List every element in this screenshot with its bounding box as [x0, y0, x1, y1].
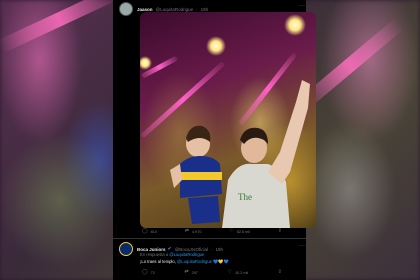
- like-count: 10.2 mil: [234, 270, 249, 275]
- like-count: 82.6 mil: [236, 229, 251, 234]
- like-button[interactable]: ♡ 10.2 mil: [227, 270, 248, 275]
- author-name[interactable]: Boca Juniors: [137, 247, 166, 252]
- separator-dot: ·: [196, 6, 198, 12]
- reply-mention-link[interactable]: @LuquitaRodrigue: [169, 252, 204, 257]
- avatar[interactable]: [119, 2, 133, 16]
- speech-bubble-icon: ◯: [142, 269, 148, 275]
- reply-text: ¡Lo traes al templo, @LuquitaRodrigue 💙💛…: [140, 259, 229, 264]
- hearts-emoji: 💙💛💙: [213, 259, 229, 264]
- tweet-photo[interactable]: The: [140, 12, 316, 228]
- reply-button[interactable]: ◯ 72: [142, 270, 155, 275]
- svg-text:The: The: [238, 192, 252, 202]
- more-icon[interactable]: ···: [299, 243, 305, 249]
- retweet-count: 4.970: [191, 229, 202, 234]
- retweet-button[interactable]: ⇄ 4.970: [185, 229, 202, 234]
- heart-icon: ♡: [229, 228, 234, 234]
- like-button[interactable]: ♡ 82.6 mil: [229, 229, 250, 234]
- more-icon[interactable]: ···: [299, 3, 305, 9]
- author-handle[interactable]: @LuquitaRodrigue: [156, 7, 194, 12]
- retweet-icon: ⇄: [184, 269, 189, 275]
- separator-dot: ·: [211, 246, 213, 252]
- share-button[interactable]: ⇪: [278, 270, 282, 275]
- retweet-count: 297: [191, 270, 198, 275]
- divider: [113, 238, 306, 239]
- text-mention-link[interactable]: @LuquitaRodrigue: [177, 259, 212, 264]
- speech-bubble-icon: ◯: [142, 228, 148, 234]
- reply-count: 810: [150, 229, 157, 234]
- author-name[interactable]: Jaason: [137, 7, 153, 12]
- heart-icon: ♡: [227, 269, 232, 275]
- share-button[interactable]: ⇪: [278, 229, 282, 234]
- retweet-icon: ⇄: [184, 228, 189, 234]
- share-icon: ⇪: [277, 269, 282, 275]
- tweet-time[interactable]: 19h: [216, 247, 224, 252]
- tweet-card: Jaason @LuquitaRodrigue · 19h ··· The ◯ …: [113, 0, 316, 280]
- reply-button[interactable]: ◯ 810: [142, 229, 157, 234]
- people-photo: The: [170, 80, 310, 228]
- avatar[interactable]: [119, 242, 133, 256]
- share-icon: ⇪: [277, 228, 282, 234]
- author-handle[interactable]: @BocaJrsOficial: [175, 247, 208, 252]
- tweet-time[interactable]: 19h: [201, 7, 209, 12]
- reply-tweet-actions: ◯ 72 ⇄ 297 ♡ 10.2 mil ⇪: [142, 270, 282, 275]
- original-tweet-actions: ◯ 810 ⇄ 4.970 ♡ 82.6 mil ⇪: [142, 229, 282, 234]
- in-reply-to: En respuesta a @LuquitaRodrigue: [140, 252, 205, 257]
- retweet-button[interactable]: ⇄ 297: [184, 270, 198, 275]
- reply-count: 72: [150, 270, 155, 275]
